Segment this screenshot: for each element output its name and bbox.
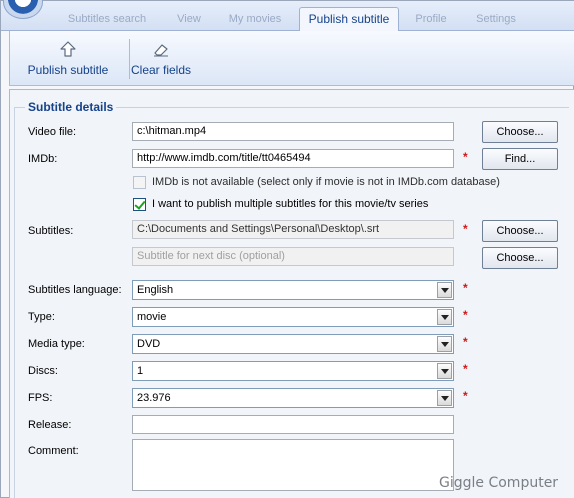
subtitles-language-select[interactable]: English bbox=[132, 280, 454, 300]
tab-my-movies[interactable]: My movies bbox=[223, 9, 287, 29]
ribbon-toolbar: Publish subtitle Clear fields bbox=[9, 31, 574, 86]
media-type-label: Media type: bbox=[28, 338, 85, 350]
tab-publish-subtitle[interactable]: Publish subtitle bbox=[299, 7, 399, 32]
watermark-text: Giggle Computer bbox=[439, 475, 559, 491]
release-label: Release: bbox=[28, 419, 72, 431]
app-window: Subtitles search View My movies Publish … bbox=[0, 0, 574, 498]
multiple-subtitles-label: I want to publish multiple subtitles for… bbox=[152, 198, 429, 210]
fps-value: 23.976 bbox=[137, 392, 171, 404]
tab-settings[interactable]: Settings bbox=[467, 9, 525, 29]
fps-select[interactable]: 23.976 bbox=[132, 388, 454, 408]
video-file-input[interactable]: c:\hitman.mp4 bbox=[132, 122, 454, 141]
imdb-not-available-checkbox[interactable] bbox=[133, 176, 146, 189]
publish-subtitle-button[interactable]: Publish subtitle bbox=[18, 31, 118, 83]
type-value: movie bbox=[137, 311, 167, 323]
app-menu-button[interactable] bbox=[3, 0, 43, 19]
fps-label: FPS: bbox=[28, 392, 53, 404]
tab-strip: Subtitles search View My movies Publish … bbox=[1, 0, 574, 32]
imdb-find-button[interactable]: Find... bbox=[482, 148, 558, 170]
next-disc-choose-button[interactable]: Choose... bbox=[482, 247, 558, 269]
eraser-icon bbox=[154, 44, 168, 57]
subtitles-file-input[interactable]: C:\Documents and Settings\Personal\Deskt… bbox=[132, 220, 454, 239]
section-title: Subtitle details bbox=[25, 100, 117, 114]
tab-view[interactable]: View bbox=[167, 9, 211, 29]
chevron-down-icon[interactable] bbox=[437, 309, 452, 325]
next-disc-input[interactable]: Subtitle for next disc (optional) bbox=[132, 247, 454, 266]
chevron-down-icon[interactable] bbox=[437, 390, 452, 406]
clear-fields-label: Clear fields bbox=[130, 63, 192, 77]
video-file-label: Video file: bbox=[28, 126, 77, 138]
discs-value: 1 bbox=[137, 365, 144, 377]
clear-fields-button[interactable]: Clear fields bbox=[130, 31, 192, 83]
subtitles-language-value: English bbox=[137, 284, 174, 296]
upload-arrow-icon bbox=[60, 41, 76, 57]
comment-textarea[interactable] bbox=[132, 439, 454, 491]
comment-label: Comment: bbox=[28, 445, 79, 457]
type-required-marker: * bbox=[463, 308, 468, 322]
subtitles-required-marker: * bbox=[463, 222, 468, 236]
subtitles-language-label: Subtitles language: bbox=[28, 284, 122, 296]
media-type-value: DVD bbox=[137, 338, 161, 350]
discs-select[interactable]: 1 bbox=[132, 361, 454, 381]
discs-label: Discs: bbox=[28, 365, 58, 377]
subtitles-language-required-marker: * bbox=[463, 281, 468, 295]
publish-subtitle-label: Publish subtitle bbox=[27, 63, 109, 77]
fps-required-marker: * bbox=[463, 389, 468, 403]
tab-subtitles-search[interactable]: Subtitles search bbox=[64, 9, 150, 29]
media-type-required-marker: * bbox=[463, 335, 468, 349]
chevron-down-icon[interactable] bbox=[437, 363, 452, 379]
discs-required-marker: * bbox=[463, 362, 468, 376]
chevron-down-icon[interactable] bbox=[437, 336, 452, 352]
subtitles-choose-button[interactable]: Choose... bbox=[482, 220, 558, 242]
imdb-required-marker: * bbox=[463, 150, 468, 164]
type-select[interactable]: movie bbox=[132, 307, 454, 327]
imdb-url-input[interactable]: http://www.imdb.com/title/tt0465494 bbox=[132, 149, 454, 168]
imdb-not-available-label: IMDb is not available (select only if mo… bbox=[152, 176, 500, 188]
type-label: Type: bbox=[28, 311, 55, 323]
chevron-down-icon[interactable] bbox=[437, 282, 452, 298]
subtitles-label: Subtitles: bbox=[28, 225, 74, 237]
multiple-subtitles-checkbox[interactable] bbox=[133, 198, 146, 211]
tab-profile[interactable]: Profile bbox=[409, 9, 453, 29]
imdb-label: IMDb: bbox=[28, 153, 58, 165]
release-input[interactable] bbox=[132, 415, 454, 434]
media-type-select[interactable]: DVD bbox=[132, 334, 454, 354]
video-file-choose-button[interactable]: Choose... bbox=[482, 121, 558, 143]
